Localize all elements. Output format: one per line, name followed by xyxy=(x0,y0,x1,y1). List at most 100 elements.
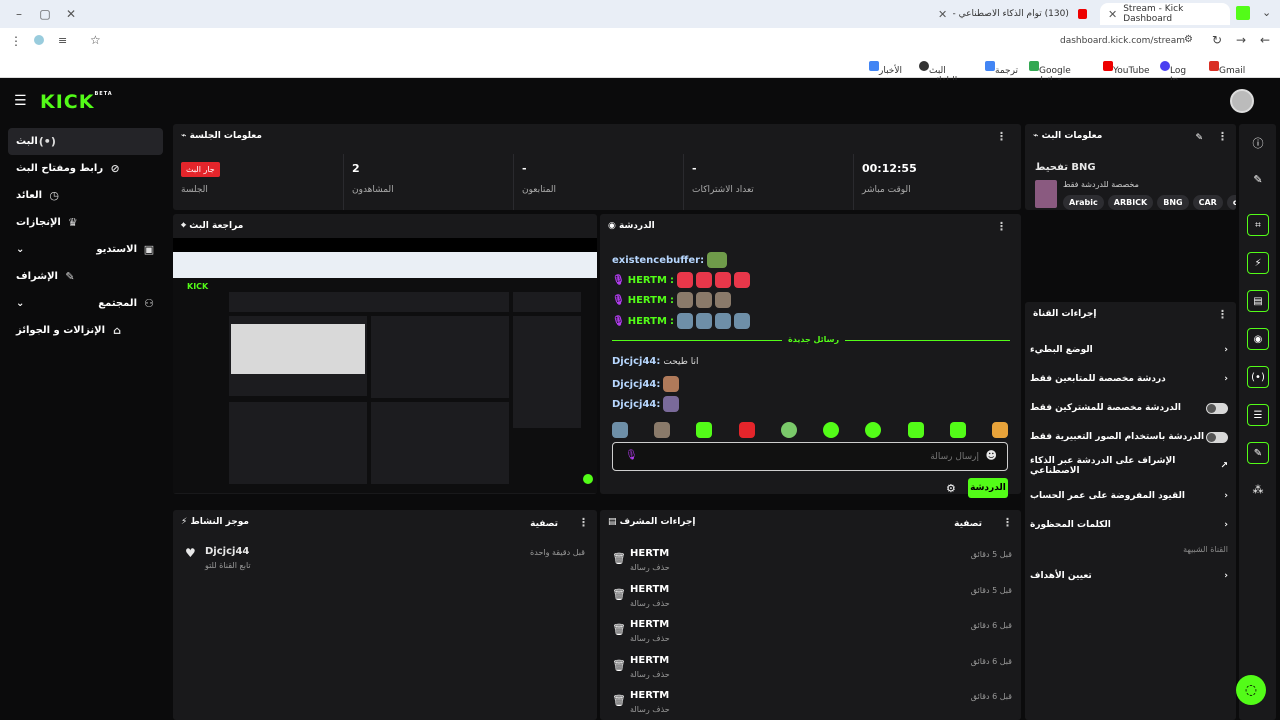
chat-username[interactable]: existencebuffer: xyxy=(612,255,704,266)
channel-action-emotes-only[interactable]: الدردشة باستخدام الصور التعبيرية فقط xyxy=(1030,423,1228,451)
emote-icon[interactable] xyxy=(865,422,882,438)
mod-username[interactable]: HERTM xyxy=(630,548,669,559)
clipboard-icon[interactable]: ▤ xyxy=(1247,290,1269,312)
shortcuts-icon[interactable]: ⁂ xyxy=(1247,478,1269,500)
chat-settings-gear-icon[interactable]: ⚙ xyxy=(946,482,956,495)
bookmark-star-icon[interactable]: ☆ xyxy=(90,33,101,47)
chat-message[interactable]: 🎙 HERTM: xyxy=(612,292,731,308)
chat-message-input[interactable] xyxy=(643,448,979,466)
emote-icon[interactable] xyxy=(780,422,797,438)
tag[interactable]: BNG xyxy=(1157,195,1189,210)
chat-bubble-icon[interactable]: ◉ xyxy=(1247,328,1269,350)
emote-icon[interactable] xyxy=(738,422,755,438)
chat-message[interactable]: Djcjcj44: انا طيحت xyxy=(612,356,699,367)
bookmark-news[interactable]: الأخبار xyxy=(866,61,902,76)
close-tab-icon[interactable]: ✕ xyxy=(938,8,947,21)
stream-preview-video[interactable]: KICK xyxy=(173,238,597,493)
subs-only-toggle[interactable] xyxy=(1206,402,1228,414)
nav-item-studio[interactable]: ▣ الاستديو ⌄ xyxy=(8,236,163,263)
bookmark-autoplay[interactable]: البث التلقائي xyxy=(916,61,957,86)
more-options-icon[interactable]: ⋮ xyxy=(996,130,1007,143)
lightning-icon[interactable]: ⚡ xyxy=(1247,252,1269,274)
forward-icon[interactable]: → xyxy=(1236,33,1246,47)
kick-logo[interactable]: KICKBETA xyxy=(40,91,113,113)
browser-tab-inactive[interactable]: ✕ (130) توام الذكاء الاصطناعي - ي xyxy=(930,3,1095,25)
mod-action-row[interactable]: 🗑 HERTM حذف رسالة قبل 6 دقائق xyxy=(608,655,1014,689)
bookmark-gmail[interactable]: Gmail xyxy=(1206,61,1245,76)
tag[interactable]: c xyxy=(1226,195,1236,210)
mod-username[interactable]: HERTM xyxy=(630,619,669,630)
back-icon[interactable]: ← xyxy=(1260,33,1270,47)
channel-action-account-age[interactable]: القيود المفروضة على عمر الحساب › xyxy=(1030,482,1228,510)
nav-item-stream-key[interactable]: ⊘ رابط ومفتاح البث xyxy=(8,155,163,182)
chat-username[interactable]: HERTM xyxy=(628,295,667,306)
chat-username[interactable]: Djcjcj44: xyxy=(612,356,660,367)
chat-message[interactable]: 🎙 HERTM: xyxy=(612,313,750,329)
send-chat-button[interactable]: الدردشة xyxy=(968,478,1008,498)
chat-message[interactable]: 🎙 HERTM: xyxy=(612,272,750,288)
nav-item-stream[interactable]: (•) البث xyxy=(8,128,163,155)
bookmark-youtube[interactable]: YouTube xyxy=(1100,61,1150,76)
bookmark-maps[interactable]: Google خرائط xyxy=(1026,61,1071,86)
chat-message[interactable]: Djcjcj44: xyxy=(612,396,680,412)
chat-username[interactable]: HERTM xyxy=(628,275,667,286)
emote-icon[interactable] xyxy=(949,422,966,438)
nav-item-community[interactable]: ⚇ المجتمع ⌄ xyxy=(8,290,163,317)
edit-icon[interactable]: ✎ xyxy=(1195,133,1203,143)
nav-item-revenue[interactable]: ◷ العائد xyxy=(8,182,163,209)
mod-username[interactable]: HERTM xyxy=(630,584,669,595)
channel-action-set-goals[interactable]: تعيين الأهداف › xyxy=(1030,562,1228,590)
close-window-icon[interactable]: ✕ xyxy=(58,7,84,21)
emote-icon[interactable] xyxy=(991,422,1008,438)
mod-username[interactable]: HERTM xyxy=(630,655,669,666)
mod-action-row[interactable]: 🗑 HERTM حذف رسالة قبل 6 دقائق xyxy=(608,690,1014,718)
channel-action-slow-mode[interactable]: الوضع البطيء › xyxy=(1030,336,1228,364)
emoji-picker-icon[interactable]: ☻ xyxy=(986,449,997,462)
channel-action-ai-moderation[interactable]: الإشراف على الدردشة عبر الذكاء الاصطناعي… xyxy=(1030,452,1228,480)
more-options-icon[interactable]: ⋮ xyxy=(1217,308,1228,321)
emote-icon[interactable] xyxy=(907,422,924,438)
channel-action-subs-only[interactable]: الدردشة مخصصة للمشتركين فقط xyxy=(1030,394,1228,422)
emote-icon[interactable] xyxy=(654,422,671,438)
support-chat-button[interactable]: ◌ xyxy=(1236,675,1266,705)
tab-search-icon[interactable]: ⌄ xyxy=(1262,6,1271,19)
filter-button[interactable]: تصفية xyxy=(530,519,558,529)
bookmark-translate[interactable]: ترجمة xyxy=(982,61,1018,76)
emotes-only-toggle[interactable] xyxy=(1206,431,1228,443)
stream-category[interactable]: مخصصة للدردشة فقط xyxy=(1063,180,1139,189)
nav-item-drops[interactable]: ⌂ الإنزالات و الجوائز xyxy=(8,317,163,344)
nav-item-achievements[interactable]: ♛ الإنجازات xyxy=(8,209,163,236)
user-avatar[interactable] xyxy=(1230,89,1254,113)
minimize-icon[interactable]: – xyxy=(6,7,32,21)
chat-username[interactable]: Djcjcj44: xyxy=(612,399,660,410)
chat-username[interactable]: HERTM xyxy=(628,316,667,327)
close-tab-icon[interactable]: ✕ xyxy=(1108,8,1117,21)
category-thumbnail[interactable] xyxy=(1035,180,1057,208)
more-options-icon[interactable]: ⋮ xyxy=(1002,516,1013,529)
chat-message[interactable]: Djcjcj44: xyxy=(612,376,680,392)
site-settings-icon[interactable]: ⚙ xyxy=(1184,34,1193,45)
more-options-icon[interactable]: ⋮ xyxy=(578,516,589,529)
edit-icon[interactable]: ✎ xyxy=(1247,168,1269,190)
layers-icon[interactable]: ☰ xyxy=(1247,404,1269,426)
info-icon[interactable]: ⓘ xyxy=(1247,132,1269,154)
channel-action-followers-only[interactable]: دردشة مخصصة للمتابعين فقط › xyxy=(1030,365,1228,393)
chat-input-box[interactable]: 🎙 ☻ xyxy=(612,442,1008,471)
restore-icon[interactable]: ▢ xyxy=(32,7,58,21)
reload-icon[interactable]: ↻ xyxy=(1212,33,1222,47)
browser-tab-active[interactable]: ✕ Stream - Kick Dashboard xyxy=(1100,3,1230,25)
tag[interactable]: Arabic xyxy=(1063,195,1104,210)
reading-list-icon[interactable]: ≡ xyxy=(58,34,67,47)
tag[interactable]: CAR xyxy=(1192,195,1223,210)
extension-icon[interactable] xyxy=(34,35,44,45)
activity-username[interactable]: Djcjcj44 xyxy=(205,546,249,557)
emote-icon[interactable] xyxy=(823,422,840,438)
hamburger-menu-icon[interactable]: ☰ xyxy=(14,93,27,109)
menu-icon[interactable]: ⋮ xyxy=(10,34,22,48)
chat-message[interactable]: existencebuffer: xyxy=(612,252,728,268)
broadcast-icon[interactable]: (•) xyxy=(1247,366,1269,388)
mod-action-row[interactable]: 🗑 HERTM حذف رسالة قبل 5 دقائق xyxy=(608,548,1014,582)
emote-icon[interactable] xyxy=(696,422,713,438)
filter-button[interactable]: تصفية xyxy=(954,519,982,529)
more-options-icon[interactable]: ⋮ xyxy=(1217,130,1228,143)
